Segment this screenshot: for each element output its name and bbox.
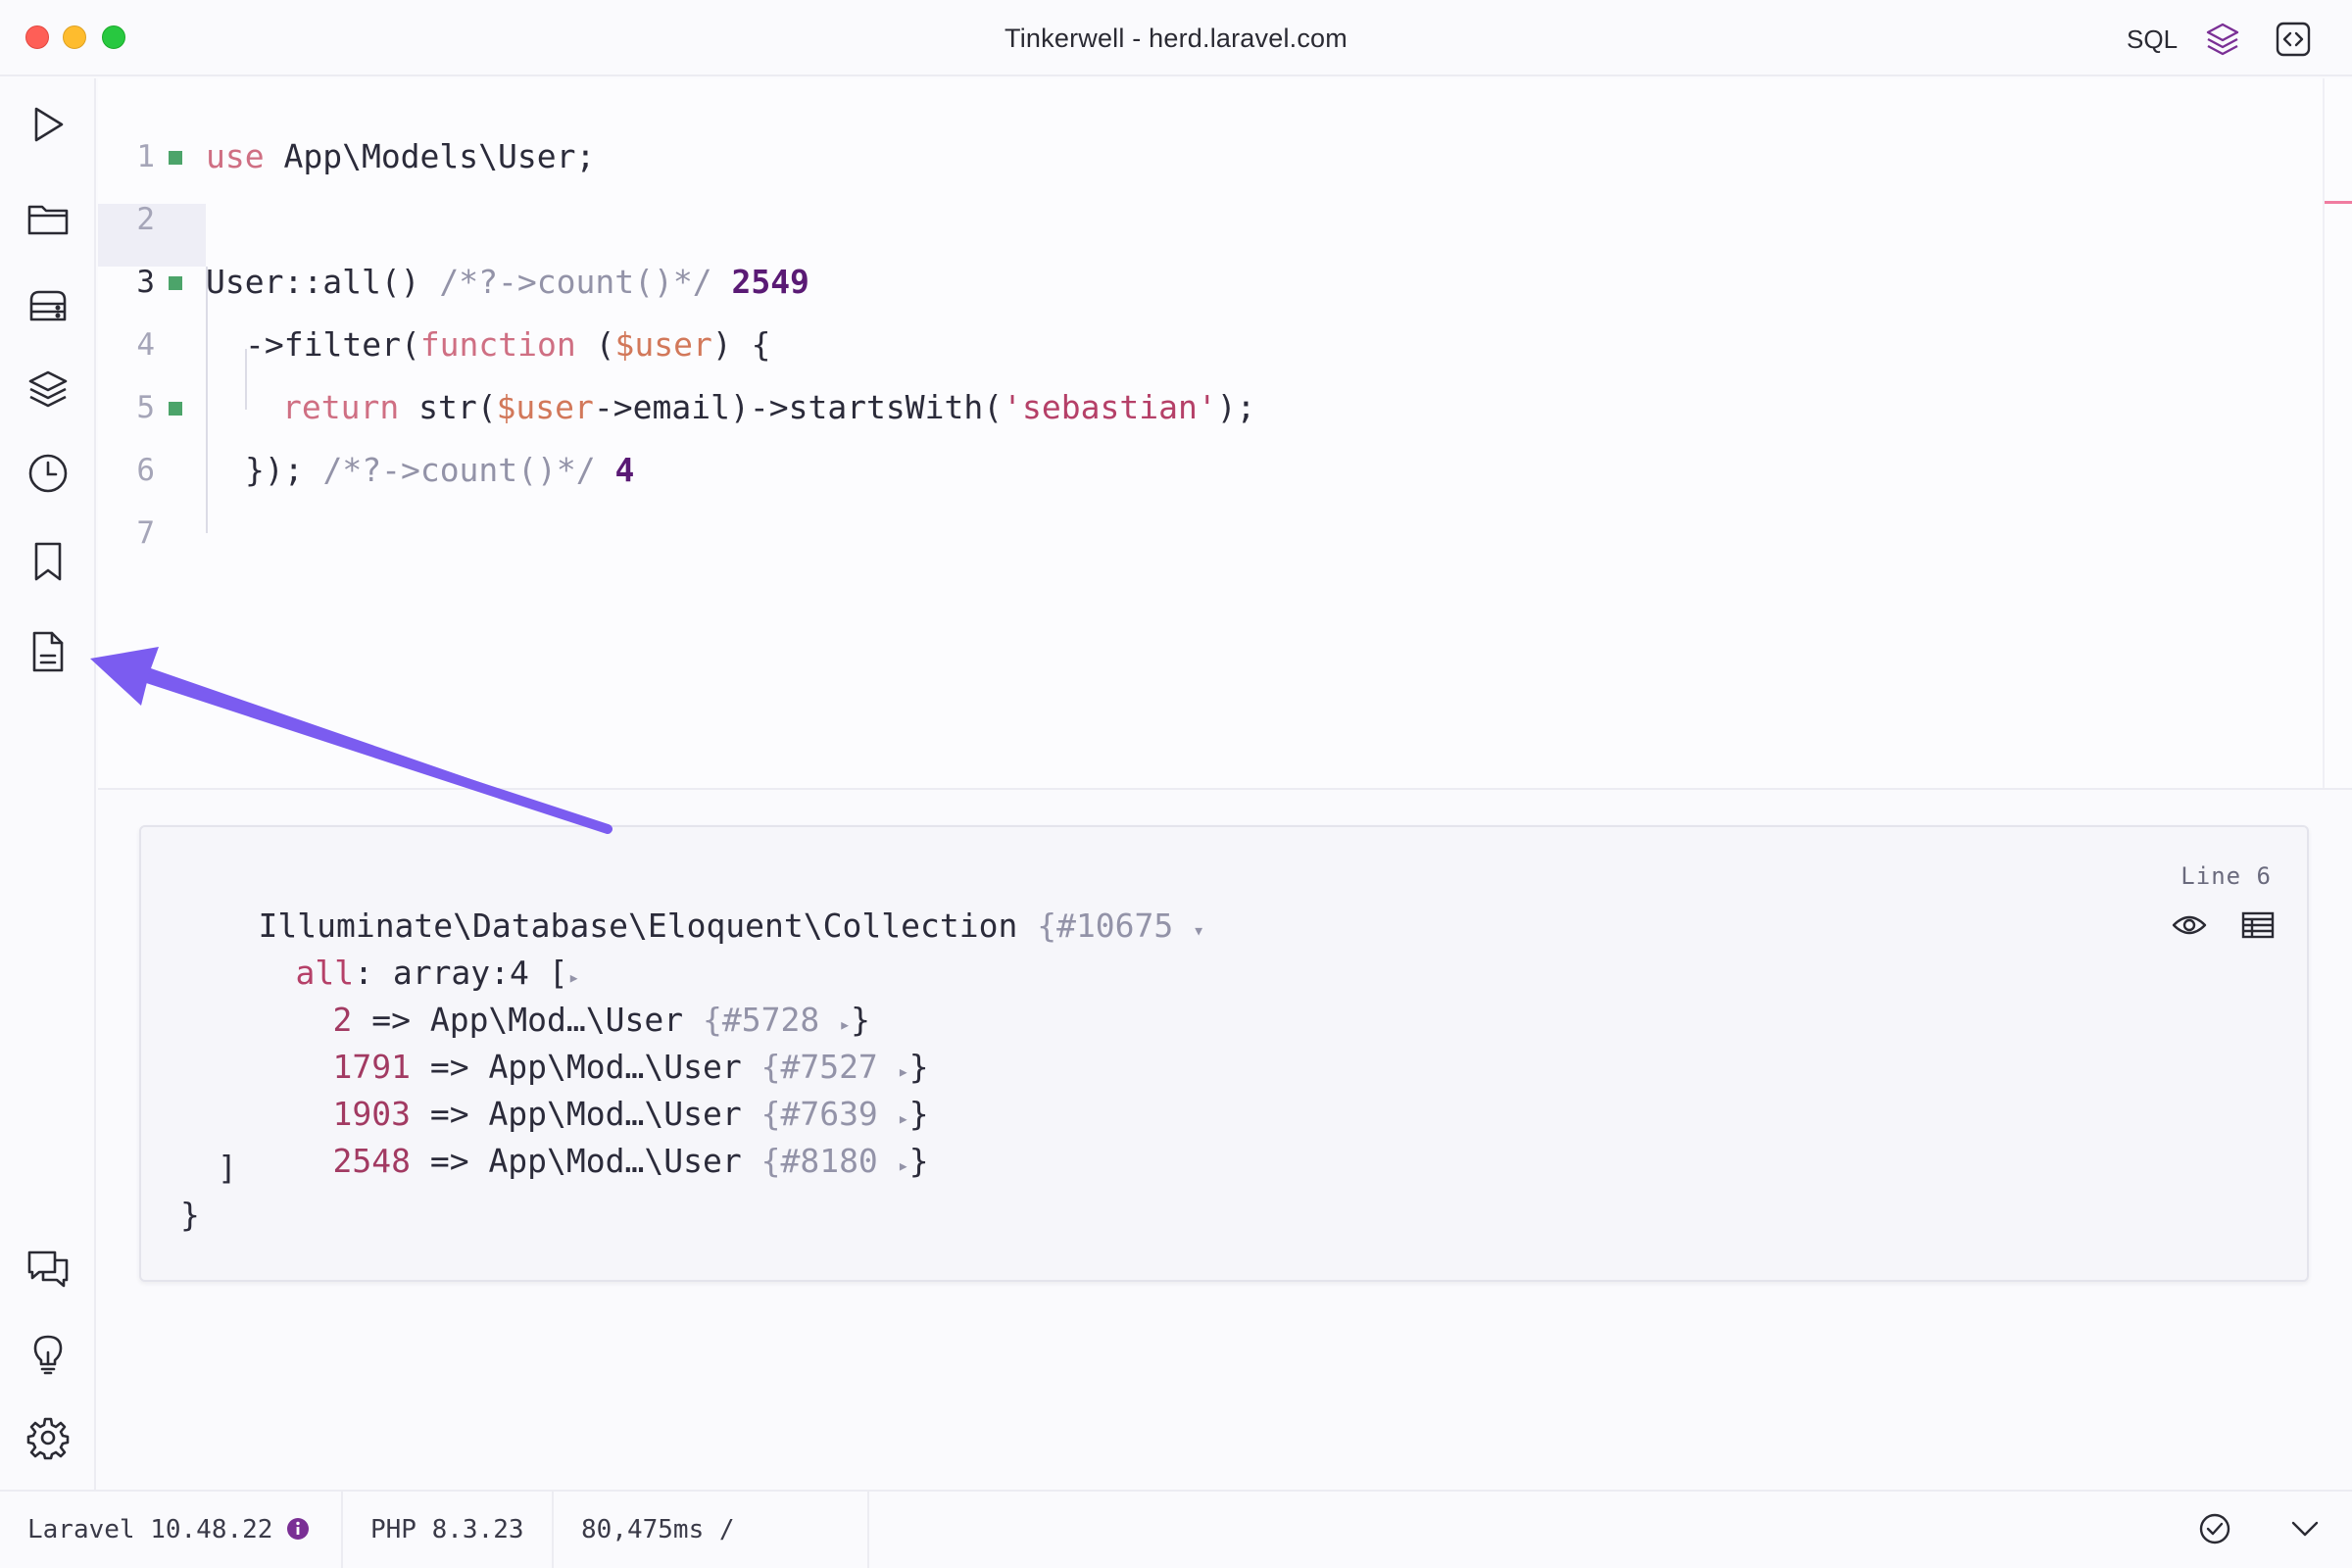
- string-literal: 'sebastian': [1003, 388, 1217, 426]
- code-text: );: [1216, 388, 1256, 426]
- inline-comment: /*?->count()*/: [322, 451, 596, 489]
- settings-icon[interactable]: [25, 1415, 71, 1460]
- code-text: ->filter(: [245, 325, 420, 364]
- layers-icon[interactable]: [25, 367, 71, 412]
- gutter-marker: [169, 402, 182, 416]
- object-ref: {#10675: [1037, 906, 1174, 945]
- line-number: 1: [136, 139, 155, 174]
- code-text: (: [575, 325, 615, 364]
- info-icon[interactable]: [286, 1494, 310, 1540]
- execution-stats: 80,475ms / 2,76MB: [581, 1515, 735, 1544]
- line-number: 5: [136, 390, 155, 425]
- line-number: 3: [136, 265, 155, 300]
- php-version: PHP 8.3.23: [370, 1515, 524, 1544]
- code-text: User::all(): [206, 263, 440, 301]
- code-text: ) {: [711, 325, 771, 364]
- table-icon[interactable]: [2236, 904, 2279, 947]
- line-number: 6: [136, 453, 155, 488]
- inline-result: 2549: [731, 263, 809, 301]
- output-card: Line 6 Illuminate\Database\Eloquent\Coll…: [139, 825, 2309, 1282]
- row-value: => App\Mod…\User: [410, 1142, 761, 1180]
- sql-button[interactable]: SQL: [2127, 24, 2178, 55]
- code-line-3[interactable]: 3 User::all() /*?->count()*/ 2549: [98, 251, 2323, 314]
- code-line-2[interactable]: 2: [98, 188, 2323, 251]
- lightbulb-icon[interactable]: [25, 1331, 71, 1376]
- code-line-4[interactable]: 4 ->filter(function ($user) {: [98, 314, 2323, 376]
- laravel-version-segment[interactable]: Laravel 10.48.22: [0, 1492, 343, 1568]
- check-circle-icon[interactable]: [2197, 1511, 2232, 1546]
- code-view-icon[interactable]: [2274, 20, 2313, 59]
- keyword: use: [206, 137, 265, 175]
- document-icon[interactable]: [25, 629, 71, 674]
- gutter-marker: [169, 151, 182, 165]
- collapse-toggle-icon[interactable]: ▾: [1193, 918, 1204, 942]
- closing-bracket: ]: [218, 1149, 237, 1187]
- code-line-7[interactable]: 7: [98, 502, 2323, 564]
- code-text: });: [245, 451, 323, 489]
- code-text: App\Models\User;: [264, 137, 596, 175]
- chevron-down-icon[interactable]: [2287, 1511, 2323, 1546]
- closing-brace: }: [180, 1196, 200, 1234]
- object-ref: {#8180: [760, 1142, 878, 1180]
- line-number: 4: [136, 327, 155, 363]
- history-icon[interactable]: [25, 451, 71, 496]
- line-number: 2: [136, 202, 155, 237]
- keyword: return: [282, 388, 400, 426]
- output-line-label: Line 6: [2180, 862, 2272, 890]
- code-editor[interactable]: 1 use App\Models\User; 2 3 User::all() /…: [98, 78, 2323, 788]
- code-line-1[interactable]: 1 use App\Models\User;: [98, 125, 2323, 188]
- row-key: 2548: [332, 1142, 411, 1180]
- layers-toolbar-icon[interactable]: [2203, 20, 2242, 59]
- status-bar: Laravel 10.48.22 PHP 8.3.23 80,475ms / 2…: [0, 1490, 2352, 1568]
- line-number: 7: [136, 515, 155, 551]
- editor-scrollbar[interactable]: [2323, 78, 2352, 788]
- keyword: function: [419, 325, 576, 364]
- play-icon[interactable]: [25, 102, 71, 147]
- window-title: Tinkerwell - herd.laravel.com: [1004, 24, 1348, 53]
- expand-toggle-icon[interactable]: ▸: [898, 1153, 909, 1177]
- title-bar: Tinkerwell - herd.laravel.com SQL: [0, 0, 2352, 76]
- php-version-segment[interactable]: PHP 8.3.23: [343, 1492, 554, 1568]
- gutter-marker: [169, 276, 182, 290]
- variable: $user: [496, 388, 594, 426]
- inline-result: 4: [614, 451, 635, 489]
- folder-icon[interactable]: [25, 196, 71, 241]
- code-text: str(: [399, 388, 497, 426]
- bookmark-icon[interactable]: [25, 539, 71, 584]
- code-line-5[interactable]: 5 return str($user->email)->startsWith('…: [98, 376, 2323, 439]
- code-line-6[interactable]: 6 }); /*?->count()*/ 4: [98, 439, 2323, 502]
- chat-icon[interactable]: [25, 1247, 71, 1292]
- variable: $user: [614, 325, 712, 364]
- eye-icon[interactable]: [2168, 904, 2211, 947]
- collection-row[interactable]: 2548 => App\Mod…\User {#8180 ▸}: [255, 1103, 928, 1218]
- inline-comment: /*?->count()*/: [439, 263, 712, 301]
- code-text: ->email)->startsWith(: [593, 388, 1004, 426]
- timing-segment: 80,475ms / 2,76MB: [554, 1492, 869, 1568]
- scroll-marker: [2325, 201, 2352, 204]
- database-icon[interactable]: [25, 284, 71, 329]
- laravel-version: Laravel 10.48.22: [27, 1515, 273, 1544]
